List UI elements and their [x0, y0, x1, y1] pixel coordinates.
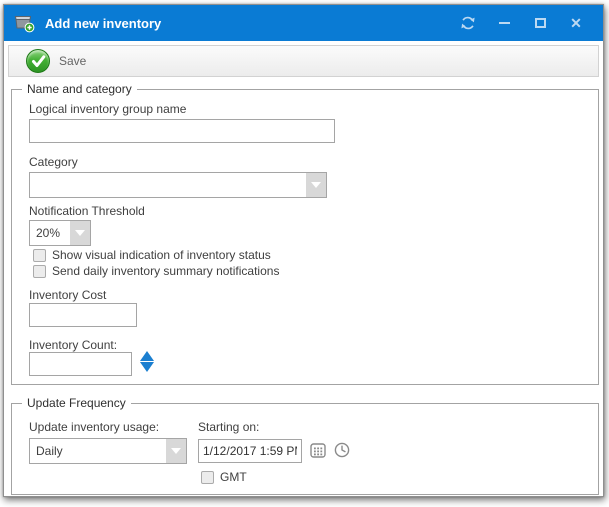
threshold-dropdown-button[interactable]: [70, 221, 90, 245]
usage-selected-value: Daily: [36, 439, 164, 463]
window-title: Add new inventory: [45, 16, 457, 31]
gmt-label: GMT: [220, 470, 247, 484]
chevron-down-icon: [75, 230, 85, 236]
toolbar: Save: [8, 45, 599, 77]
category-selected-value: [36, 173, 304, 197]
refresh-icon: [460, 15, 476, 31]
update-frequency-group: Update Frequency Update inventory usage:…: [11, 403, 599, 495]
daily-summary-label: Send daily inventory summary notificatio…: [52, 264, 279, 278]
titlebar: Add new inventory ✕: [4, 5, 603, 41]
visual-indication-label: Show visual indication of inventory stat…: [52, 248, 271, 262]
green-check-icon: [26, 49, 50, 73]
usage-dropdown-button[interactable]: [166, 439, 186, 463]
category-dropdown[interactable]: [29, 172, 327, 198]
maximize-icon: [535, 18, 546, 28]
inventory-count-input[interactable]: [29, 352, 132, 376]
gmt-checkbox-row: GMT: [201, 470, 247, 484]
refresh-button[interactable]: [457, 12, 479, 34]
threshold-label: Notification Threshold: [29, 204, 145, 218]
category-dropdown-button[interactable]: [306, 173, 326, 197]
minimize-icon: [499, 22, 510, 24]
name-and-category-group: Name and category Logical inventory grou…: [11, 89, 599, 385]
gmt-checkbox[interactable]: [201, 471, 214, 484]
spinner-down-button[interactable]: [140, 362, 154, 372]
visual-indication-checkbox-row: Show visual indication of inventory stat…: [33, 248, 271, 262]
save-button-label: Save: [59, 54, 86, 68]
add-inventory-dialog: Add new inventory ✕ Save: [3, 4, 604, 497]
calendar-icon: [309, 441, 327, 459]
calendar-picker-button[interactable]: [308, 440, 328, 460]
spinner-up-button[interactable]: [140, 351, 154, 361]
close-button[interactable]: ✕: [565, 12, 587, 34]
inventory-count-label: Inventory Count:: [29, 338, 117, 352]
threshold-selected-value: 20%: [36, 221, 68, 245]
group-name-input[interactable]: [29, 119, 335, 143]
group-legend: Name and category: [22, 82, 137, 96]
starting-on-label: Starting on:: [198, 420, 259, 434]
usage-label: Update inventory usage:: [29, 420, 159, 434]
starting-on-input[interactable]: [198, 439, 302, 463]
window-controls: ✕: [457, 12, 587, 34]
daily-summary-checkbox[interactable]: [33, 265, 46, 278]
up-down-spinner-icon: [140, 351, 154, 372]
minimize-button[interactable]: [493, 12, 515, 34]
clock-icon: [333, 441, 351, 459]
threshold-dropdown[interactable]: 20%: [29, 220, 91, 246]
add-inventory-icon: [14, 13, 36, 33]
daily-summary-checkbox-row: Send daily inventory summary notificatio…: [33, 264, 279, 278]
inventory-cost-label: Inventory Cost: [29, 288, 106, 302]
group-legend: Update Frequency: [22, 396, 131, 410]
category-label: Category: [29, 155, 78, 169]
chevron-down-icon: [311, 182, 321, 188]
visual-indication-checkbox[interactable]: [33, 249, 46, 262]
time-picker-button[interactable]: [332, 440, 352, 460]
inventory-cost-input[interactable]: [29, 303, 137, 327]
chevron-down-icon: [171, 448, 181, 454]
save-button[interactable]: Save: [18, 47, 94, 75]
maximize-button[interactable]: [529, 12, 551, 34]
usage-dropdown[interactable]: Daily: [29, 438, 187, 464]
group-name-label: Logical inventory group name: [29, 102, 186, 116]
